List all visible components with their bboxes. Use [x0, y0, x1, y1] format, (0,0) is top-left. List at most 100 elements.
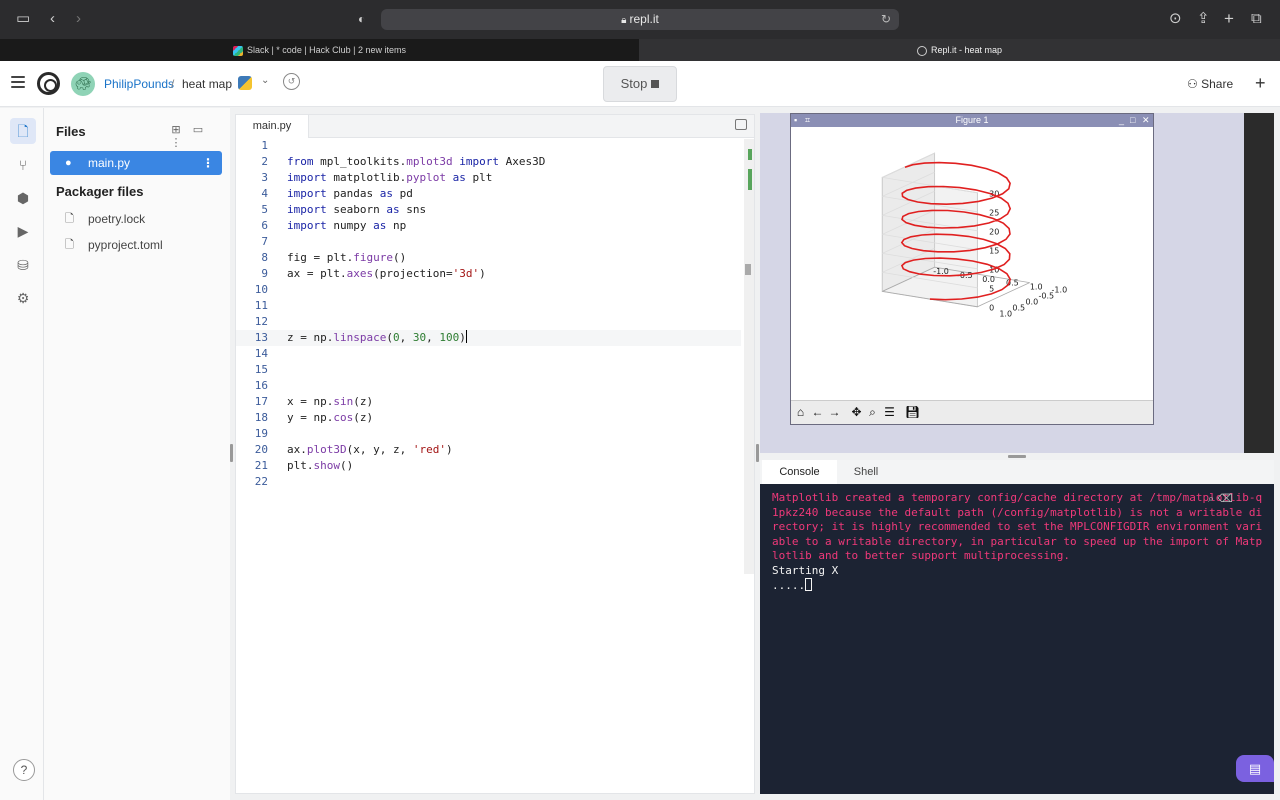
line-number: 8: [261, 251, 268, 264]
settings-icon[interactable]: ⚙︎: [10, 285, 36, 311]
back-icon[interactable]: ‹: [50, 10, 55, 28]
code-line[interactable]: 14: [236, 346, 741, 362]
line-number: 12: [254, 315, 268, 328]
tab-main-py[interactable]: main.py: [236, 115, 309, 138]
share-page-icon[interactable]: ⇪: [1197, 10, 1210, 28]
code-line[interactable]: 12: [236, 314, 741, 330]
forward-icon[interactable]: ›: [76, 10, 81, 28]
reload-icon[interactable]: ↻: [881, 9, 891, 30]
chat-icon[interactable]: ▤: [1236, 755, 1274, 782]
code-line[interactable]: 6 import numpy as np: [236, 218, 741, 234]
figure-window[interactable]: ▪ ⌗ Figure 1 _ □ ✕ -1.0 -0.5 0.0 0.5 1.0 -1.0…: [790, 113, 1154, 425]
more-options-icon[interactable]: ⋮: [165, 136, 187, 149]
history-icon[interactable]: ↺: [283, 73, 300, 90]
close-icon[interactable]: ✕: [1142, 114, 1150, 127]
code-line[interactable]: 20 ax.plot3D(x, y, z, 'red'): [236, 442, 741, 458]
editor-scrollbar[interactable]: [744, 139, 754, 574]
avatar[interactable]: 🐢︎: [71, 72, 95, 96]
file-item-main[interactable]: ● main.py ⋮: [50, 151, 222, 175]
code-line[interactable]: 17 x = np.sin(z): [236, 394, 741, 410]
add-file-icon[interactable]: ⊞: [165, 123, 187, 136]
add-button[interactable]: +: [1255, 73, 1266, 93]
line-number: 11: [254, 299, 268, 312]
add-folder-icon[interactable]: ▭: [187, 123, 209, 136]
figure-titlebar[interactable]: ▪ ⌗ Figure 1 _ □ ✕: [791, 114, 1153, 127]
code-line[interactable]: 7: [236, 234, 741, 250]
files-icon[interactable]: 🗋︎: [10, 118, 36, 144]
line-number: 1: [261, 139, 268, 152]
files-toolbar: ⊞ ▭⋮: [165, 123, 230, 149]
code-line[interactable]: 15: [236, 362, 741, 378]
pan-icon[interactable]: ✥: [849, 405, 864, 420]
maximize-icon[interactable]: □: [1130, 114, 1135, 127]
packages-icon[interactable]: ⬢: [10, 185, 36, 211]
share-button[interactable]: ⚇ Share: [1187, 74, 1233, 94]
code-text: import seaborn as sns: [287, 203, 427, 216]
change-marker: [748, 149, 752, 160]
file-menu-icon[interactable]: ⋮: [202, 151, 214, 175]
code-line[interactable]: 11: [236, 298, 741, 314]
back-arrow-icon[interactable]: ←: [810, 405, 825, 420]
tab-slack[interactable]: Slack | * code | Hack Club | 2 new items: [0, 39, 639, 61]
downloads-icon[interactable]: ⊙: [1169, 10, 1182, 28]
save-icon[interactable]: 💾︎: [905, 405, 920, 420]
line-number: 2: [261, 155, 268, 168]
code-line[interactable]: 21 plt.show(): [236, 458, 741, 474]
code-lines[interactable]: 1 2 from mpl_toolkits.mplot3d import Axes3…: [236, 138, 741, 490]
code-line[interactable]: 13 z = np.linspace(0, 30, 100): [236, 330, 741, 346]
code-line[interactable]: 3 import matplotlib.pyplot as plt: [236, 170, 741, 186]
code-line[interactable]: 8 fig = plt.figure(): [236, 250, 741, 266]
version-control-icon[interactable]: ⑂: [10, 152, 36, 178]
code-line[interactable]: 2 from mpl_toolkits.mplot3d import Axes3D: [236, 154, 741, 170]
address-bar[interactable]: 🔒︎ repl.it ↻: [381, 9, 899, 30]
line-number: 21: [254, 459, 268, 472]
user-link[interactable]: PhilipPounds: [104, 77, 174, 91]
code-line[interactable]: 18 y = np.cos(z): [236, 410, 741, 426]
resize-handle[interactable]: [230, 444, 233, 462]
file-item-pyproject[interactable]: 🗋︎ pyproject.toml: [50, 233, 222, 257]
help-icon[interactable]: ?: [13, 759, 35, 781]
replit-logo-icon[interactable]: [37, 72, 60, 95]
console-warning: Matplotlib created a temporary config/ca…: [772, 491, 1263, 562]
line-number: 18: [254, 411, 268, 424]
resize-handle[interactable]: [756, 444, 759, 462]
code-line[interactable]: 16: [236, 378, 741, 394]
configure-subplots-icon[interactable]: ☰: [882, 405, 897, 420]
minimize-icon[interactable]: _: [1119, 114, 1124, 127]
repl-name[interactable]: heat map: [182, 77, 232, 91]
code-line[interactable]: 19: [236, 426, 741, 442]
tab-console[interactable]: Console: [762, 460, 837, 484]
code-line[interactable]: 5 import seaborn as sns: [236, 202, 741, 218]
window-menu-icon[interactable]: ▪: [794, 114, 797, 127]
console-output[interactable]: Matplotlib created a temporary config/ca…: [772, 491, 1266, 594]
zoom-icon[interactable]: ⌕: [865, 405, 880, 420]
code-line[interactable]: 10: [236, 282, 741, 298]
tick-label: 25: [989, 209, 999, 218]
code-line[interactable]: 22: [236, 474, 741, 490]
search-icon[interactable]: ⌕: [1208, 493, 1214, 505]
code-line[interactable]: 9 ax = plt.axes(projection='3d'): [236, 266, 741, 282]
code-text: ax.plot3D(x, y, z, 'red'): [287, 443, 453, 456]
stop-button[interactable]: Stop: [603, 66, 677, 102]
line-number: 16: [254, 379, 268, 392]
tab-shell[interactable]: Shell: [838, 460, 894, 484]
scroll-thumb[interactable]: [745, 264, 751, 275]
plot-3d[interactable]: -1.0 -0.5 0.0 0.5 1.0 -1.0-0.50.00.51.0051015…: [791, 127, 1153, 400]
code-line[interactable]: 4 import pandas as pd: [236, 186, 741, 202]
editor-options-icon[interactable]: [735, 119, 747, 130]
sidebar-toggle-icon[interactable]: ▭: [16, 10, 30, 28]
debugger-icon[interactable]: ▶︎: [10, 218, 36, 244]
chevron-down-icon[interactable]: ⌄: [261, 75, 269, 86]
new-tab-icon[interactable]: +: [1224, 10, 1234, 28]
home-icon[interactable]: ⌂: [793, 405, 808, 420]
resize-handle[interactable]: [1008, 455, 1026, 458]
tab-overview-icon[interactable]: ⧉: [1251, 10, 1262, 28]
clear-console-icon[interactable]: ⌫: [1217, 493, 1233, 505]
forward-arrow-icon[interactable]: →: [827, 405, 842, 420]
tab-replit[interactable]: Repl.it - heat map: [639, 39, 1280, 61]
privacy-shield-icon[interactable]: ◐: [358, 10, 365, 28]
menu-icon[interactable]: [11, 76, 25, 88]
code-line[interactable]: 1: [236, 138, 741, 154]
database-icon[interactable]: ⛁: [10, 252, 36, 278]
file-item-poetry-lock[interactable]: 🗋︎ poetry.lock: [50, 207, 222, 231]
